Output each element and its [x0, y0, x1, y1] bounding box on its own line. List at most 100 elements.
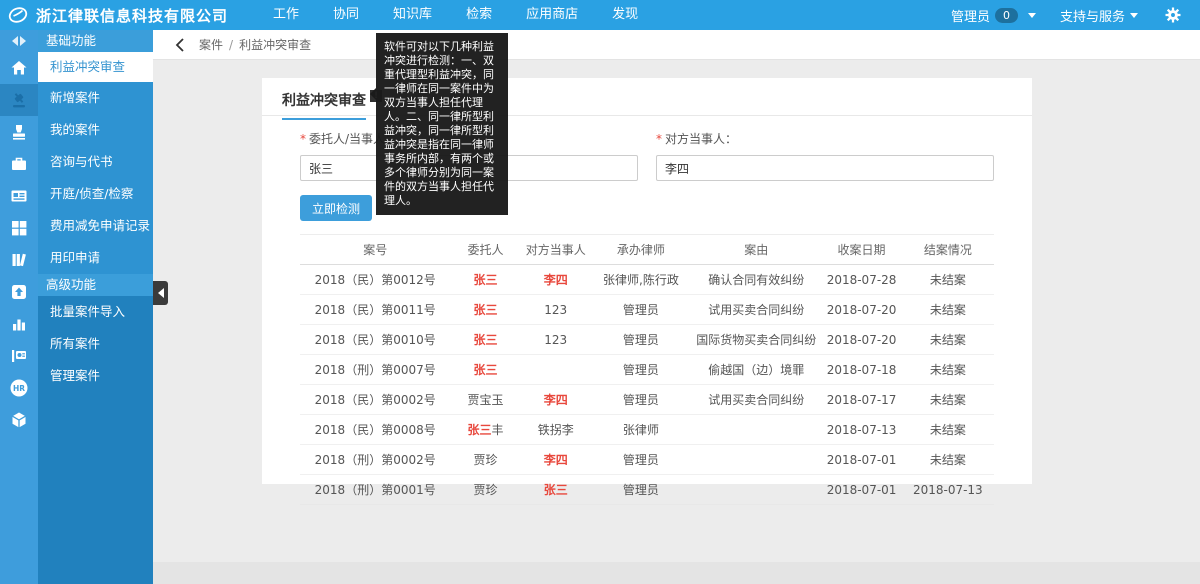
table-cell: 2018-07-20: [821, 325, 901, 355]
table-cell: 贾珍: [450, 445, 520, 475]
topbar-menu: 工作协同知识库检索应用商店发现: [256, 0, 655, 30]
opposing-input[interactable]: [656, 155, 994, 181]
table-row[interactable]: 2018（民）第0002号贾宝玉李四管理员试用买卖合同纠纷2018-07-17未…: [300, 385, 994, 415]
upload-icon[interactable]: [0, 276, 38, 308]
grid-icon[interactable]: [0, 212, 38, 244]
table-cell: 2018-07-13: [902, 475, 994, 505]
table-cell: 未结案: [902, 445, 994, 475]
table-row[interactable]: 2018（刑）第0002号贾珍李四管理员2018-07-01未结案: [300, 445, 994, 475]
sidebar-item[interactable]: 咨询与代书: [38, 146, 153, 178]
table-cell: 未结案: [902, 325, 994, 355]
check-now-button[interactable]: 立即检测: [300, 195, 372, 221]
topbar-menu-item-5[interactable]: 发现: [595, 0, 655, 30]
table-cell: 2018（民）第0008号: [300, 415, 450, 445]
presentation-icon[interactable]: [0, 340, 38, 372]
conflict-result-table: 案号委托人对方当事人承办律师案由收案日期结案情况 2018（民）第0012号张三…: [300, 234, 994, 505]
table-cell: 管理员: [591, 295, 691, 325]
sidebar-item[interactable]: 利益冲突审查: [38, 52, 153, 82]
sidebar-section-header: 基础功能: [38, 30, 153, 52]
table-row[interactable]: 2018（民）第0008号张三丰铁拐李张律师2018-07-13未结案: [300, 415, 994, 445]
home-icon[interactable]: [0, 52, 38, 84]
tooltip-arrow: [370, 88, 376, 100]
topbar-menu-item-2[interactable]: 知识库: [376, 0, 449, 30]
sidebar-item[interactable]: 新增案件: [38, 82, 153, 114]
tab-conflict-check[interactable]: 利益冲突审查: [282, 90, 366, 120]
table-cell: 贾珍: [450, 475, 520, 505]
sidebar-item[interactable]: 批量案件导入: [38, 296, 153, 328]
sidebar-item[interactable]: 开庭/侦查/检察: [38, 178, 153, 210]
topbar-menu-item-0[interactable]: 工作: [256, 0, 316, 30]
table-cell: 2018（民）第0010号: [300, 325, 450, 355]
topbar-menu-item-3[interactable]: 检索: [449, 0, 509, 30]
company-name: 浙江律联信息科技有限公司: [36, 5, 228, 26]
table-cell: [691, 445, 821, 475]
table-cell: 张三: [521, 475, 591, 505]
table-cell: 李四: [521, 265, 591, 295]
topbar-menu-item-1[interactable]: 协同: [316, 0, 376, 30]
table-body: 2018（民）第0012号张三李四张律师,陈行政确认合同有效纠纷2018-07-…: [300, 265, 994, 505]
sidebar-item[interactable]: 用印申请: [38, 242, 153, 274]
support-menu[interactable]: 支持与服务: [1048, 6, 1150, 25]
table-row[interactable]: 2018（民）第0010号张三123管理员国际货物买卖合同纠纷2018-07-2…: [300, 325, 994, 355]
breadcrumb-item-current: 利益冲突审查: [239, 36, 311, 53]
opposing-field-label: *对方当事人：: [656, 130, 994, 147]
table-cell: 张三丰: [450, 415, 520, 445]
user-menu[interactable]: 管理员 0: [939, 6, 1048, 25]
table-row[interactable]: 2018（刑）第0001号贾珍张三管理员2018-07-012018-07-13: [300, 475, 994, 505]
table-row[interactable]: 2018（刑）第0007号张三管理员偷越国（边）境罪2018-07-18未结案: [300, 355, 994, 385]
table-row[interactable]: 2018（民）第0012号张三李四张律师,陈行政确认合同有效纠纷2018-07-…: [300, 265, 994, 295]
books-icon[interactable]: [0, 244, 38, 276]
conflict-help-tooltip: 软件可对以下几种利益冲突进行检测：一、双重代理型利益冲突，同一律师在同一案件中为…: [376, 33, 508, 215]
topbar: 浙江律联信息科技有限公司 工作协同知识库检索应用商店发现 管理员 0 支持与服务: [0, 0, 1200, 30]
sidebar-icon-strip: HR: [0, 30, 38, 584]
table-cell: 张三: [450, 295, 520, 325]
chevron-down-icon: [1028, 13, 1036, 18]
svg-text:HR: HR: [13, 384, 25, 393]
sidebar-item[interactable]: 费用减免申请记录: [38, 210, 153, 242]
gear-icon[interactable]: [1164, 6, 1182, 24]
table-header-cell: 案由: [691, 235, 821, 265]
table-cell: 未结案: [902, 415, 994, 445]
table-header-cell: 收案日期: [821, 235, 901, 265]
table-cell: 贾宝玉: [450, 385, 520, 415]
table-cell: [691, 415, 821, 445]
table-cell: 张三: [450, 265, 520, 295]
id-card-icon[interactable]: [0, 180, 38, 212]
sidebar-item[interactable]: 所有案件: [38, 328, 153, 360]
sidebar-section-header: 高级功能: [38, 274, 153, 296]
sidebar-section-1: 高级功能批量案件导入所有案件管理案件: [38, 274, 153, 584]
opposing-field-group: *对方当事人：: [656, 130, 994, 181]
sidebar-item[interactable]: 管理案件: [38, 360, 153, 392]
sidebar-collapse-handle[interactable]: [153, 281, 168, 305]
cube-icon[interactable]: [0, 404, 38, 436]
table-header-row: 案号委托人对方当事人承办律师案由收案日期结案情况: [300, 235, 994, 265]
table-cell: 管理员: [591, 325, 691, 355]
topbar-menu-item-4[interactable]: 应用商店: [509, 0, 595, 30]
table-cell: 未结案: [902, 265, 994, 295]
table-cell: 张律师: [591, 415, 691, 445]
table-cell: 未结案: [902, 295, 994, 325]
briefcase-icon[interactable]: [0, 148, 38, 180]
table-cell: 张律师,陈行政: [591, 265, 691, 295]
table-cell: 张三: [450, 355, 520, 385]
breadcrumb-item-cases[interactable]: 案件: [199, 36, 223, 53]
table-cell: 123: [521, 295, 591, 325]
collapse-arrows-icon[interactable]: [0, 30, 38, 52]
support-label: 支持与服务: [1060, 6, 1125, 25]
table-row[interactable]: 2018（民）第0011号张三123管理员试用买卖合同纠纷2018-07-20未…: [300, 295, 994, 325]
table-cell: 2018（刑）第0007号: [300, 355, 450, 385]
table-cell: 国际货物买卖合同纠纷: [691, 325, 821, 355]
table-cell: 李四: [521, 445, 591, 475]
back-chevron-icon[interactable]: [173, 37, 189, 53]
hr-icon[interactable]: HR: [0, 372, 38, 404]
table-cell: 未结案: [902, 385, 994, 415]
table-cell: [521, 355, 591, 385]
gavel-icon[interactable]: [0, 84, 38, 116]
footer-strip: [153, 562, 1200, 584]
notification-badge: 0: [995, 8, 1018, 23]
stamp-icon[interactable]: [0, 116, 38, 148]
bar-chart-icon[interactable]: [0, 308, 38, 340]
logo-icon[interactable]: [8, 5, 28, 25]
sidebar-item[interactable]: 我的案件: [38, 114, 153, 146]
table-cell: 铁拐李: [521, 415, 591, 445]
